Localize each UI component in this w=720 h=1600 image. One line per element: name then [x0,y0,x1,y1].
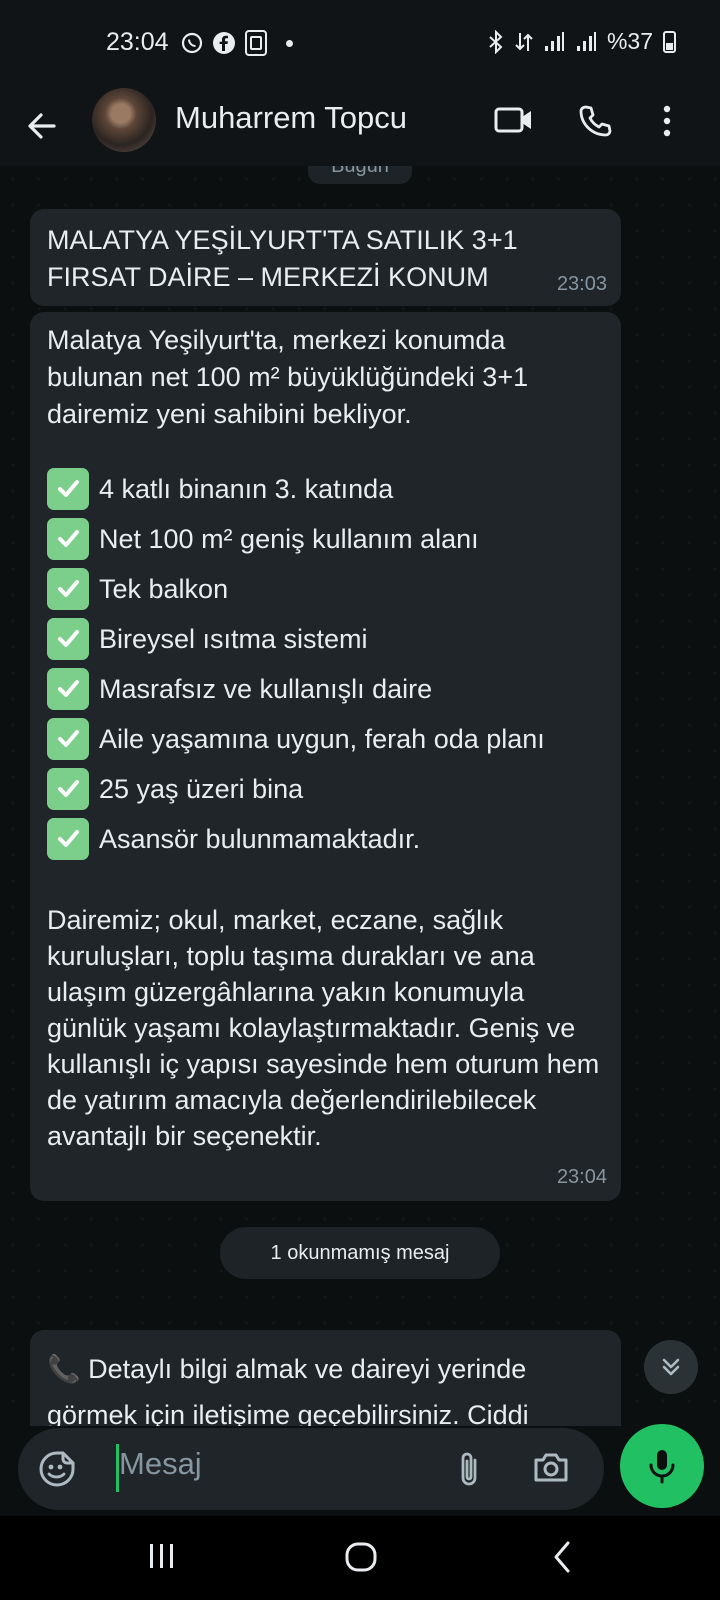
status-time: 23:04 [106,28,169,56]
check-mark-icon [47,518,89,560]
chat-header: Muharrem Topcu [0,88,720,167]
system-indicators: %37 [487,28,676,55]
notification-icons [180,30,293,56]
video-call-icon[interactable] [494,104,534,136]
check-mark-icon [47,818,89,860]
check-mark-icon [47,668,89,710]
home-icon[interactable] [344,1540,378,1574]
facebook-icon [213,32,235,54]
back-arrow-icon[interactable] [24,108,60,144]
avatar[interactable] [92,88,156,152]
message-bubble[interactable]: MALATYA YEŞİLYURT'TA SATILIK 3+1 FIRSAT … [30,209,621,306]
message-outro: Dairemiz; okul, market, eczane, sağlık k… [47,905,600,1151]
system-nav-bar [0,1516,720,1600]
message-time: 23:04 [556,1166,607,1188]
camera-icon[interactable] [532,1450,570,1486]
contact-name[interactable]: Muharrem Topcu [175,100,407,136]
phone-icon[interactable] [578,104,612,138]
list-item-text: Masrafsız ve kullanışlı daire [99,673,433,704]
message-input[interactable]: Mesaj [119,1446,202,1482]
list-item-text: Net 100 m² geniş kullanım alanı [99,523,479,554]
bluetooth-icon [489,29,503,54]
unread-divider: 1 okunmamış mesaj [220,1227,500,1279]
signal-icon [544,31,564,51]
data-arrows-icon [515,32,533,51]
message-intro: Malatya Yeşilyurt'ta, merkezi konumda bu… [47,325,536,429]
check-mark-icon [47,718,89,760]
voice-record-button[interactable] [620,1424,704,1508]
double-chevron-down-icon [662,1358,680,1376]
scroll-to-bottom-button[interactable] [644,1340,698,1394]
message-text: MALATYA YEŞİLYURT'TA SATILIK 3+1 FIRSAT … [47,225,526,292]
check-mark-icon [47,618,89,660]
back-nav-icon[interactable] [550,1540,574,1574]
whatsapp-icon [181,32,203,54]
date-divider: Bugün [308,166,412,184]
check-mark-icon [47,768,89,810]
message-bubble[interactable]: 📞 Detaylı bilgi almak ve daireyi yerinde… [30,1330,621,1426]
message-text: 📞 Detaylı bilgi almak ve daireyi yerinde… [47,1354,534,1426]
list-item: 4 katlı binanın 3. katında [47,464,607,514]
list-item: Masrafsız ve kullanışlı daire [47,664,607,714]
list-item-text: 25 yaş üzeri bina [99,773,304,804]
list-item-text: 4 katlı binanın 3. katında [99,473,394,504]
message-composer[interactable]: Mesaj [18,1428,604,1510]
message-bubble[interactable]: Malatya Yeşilyurt'ta, merkezi konumda bu… [30,312,621,1201]
message-time: 23:03 [556,273,607,295]
notification-dot [286,39,293,47]
list-item: Aile yaşamına uygun, ferah oda planı [47,714,607,764]
list-item: Asansör bulunmamaktadır. [47,814,607,864]
emoji-icon[interactable] [38,1450,76,1488]
check-mark-icon [47,468,89,510]
battery-icon [663,30,676,53]
battery-level [666,42,673,50]
battery-percent: %37 [606,28,653,54]
list-item: Net 100 m² geniş kullanım alanı [47,514,607,564]
list-item-text: Bireysel ısıtma sistemi [99,623,368,654]
signal-icon-2 [576,31,596,51]
list-item: Bireysel ısıtma sistemi [47,614,607,664]
feature-list: 4 katlı binanın 3. katında Net 100 m² ge… [47,464,607,864]
list-item: Tek balkon [47,564,607,614]
list-item-text: Asansör bulunmamaktadır. [99,823,421,854]
mic-icon [649,1450,675,1484]
recent-apps-icon[interactable] [146,1540,178,1572]
chat-area[interactable]: Bugün MALATYA YEŞİLYURT'TA SATILIK 3+1 F… [0,166,720,1426]
check-mark-icon [47,568,89,610]
status-bar: 23:04 %37 [0,0,720,88]
list-item-text: Aile yaşamına uygun, ferah oda planı [99,723,545,754]
list-item: 25 yaş üzeri bina [47,764,607,814]
screen-mirror-icon [245,30,267,56]
more-vert-icon[interactable] [660,104,674,138]
attach-icon[interactable] [454,1450,484,1490]
list-item-text: Tek balkon [99,573,229,604]
